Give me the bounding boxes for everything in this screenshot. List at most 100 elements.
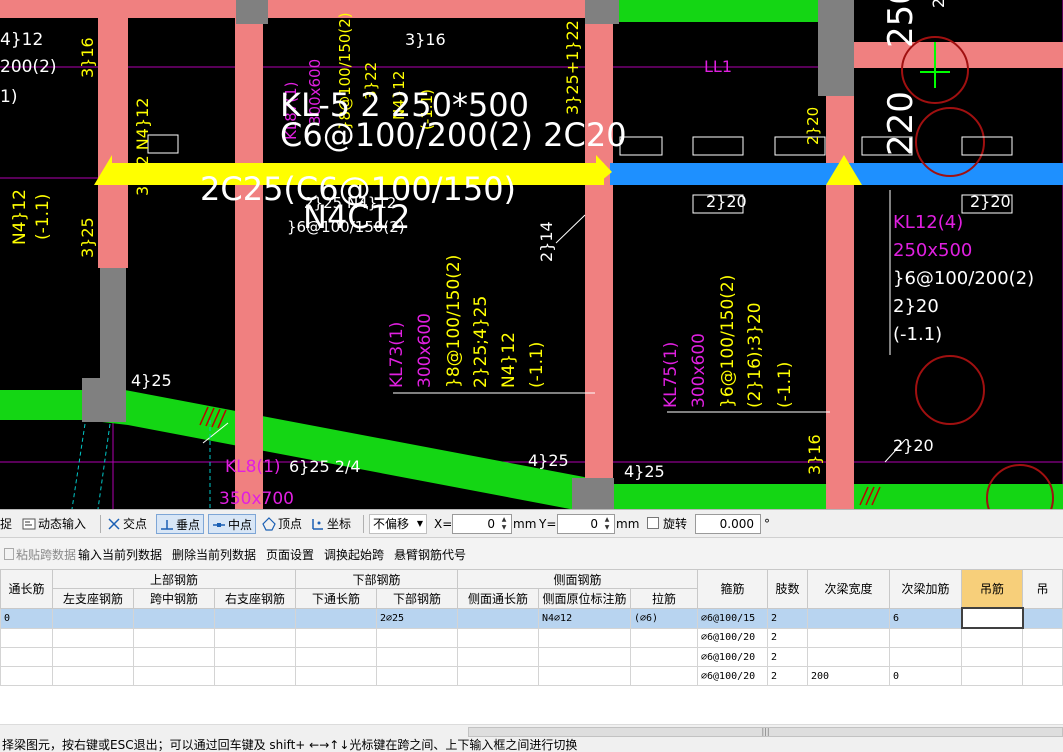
table-cell[interactable]: 0 (0, 607, 53, 629)
table-cell[interactable] (538, 647, 631, 667)
col-header[interactable]: 箍筋 (697, 569, 768, 609)
col-header[interactable]: 通长筋 (0, 569, 53, 609)
table-cell[interactable] (133, 647, 215, 667)
table-cell[interactable] (807, 607, 890, 629)
table-cell[interactable] (295, 627, 377, 648)
col-header[interactable]: 右支座钢筋 (214, 588, 296, 609)
table-cell[interactable] (889, 647, 962, 667)
table-cell[interactable]: 0 (889, 666, 962, 686)
table-cell[interactable] (1022, 666, 1063, 686)
table-cell[interactable]: 2 (767, 647, 808, 667)
table-cell[interactable] (133, 666, 215, 686)
dynamic-input-button[interactable]: 动态输入 (22, 514, 86, 534)
y-spinner[interactable]: ▲ ▼ (601, 516, 613, 532)
table-cell[interactable] (133, 607, 215, 629)
col-header[interactable]: 下部钢筋 (376, 588, 458, 609)
horizontal-scrollbar[interactable]: ||| (0, 724, 1063, 739)
table-cell[interactable]: (⌀6) (630, 607, 698, 629)
scrollbar-thumb[interactable]: ||| (468, 727, 1063, 737)
table-cell[interactable]: ⌀6@100/20 (697, 666, 768, 686)
table-cell[interactable]: N4⌀12 (538, 607, 631, 629)
table-cell[interactable] (214, 607, 296, 629)
table-cell[interactable] (295, 666, 377, 686)
table-cell[interactable]: 200 (807, 666, 890, 686)
table-cell[interactable] (214, 666, 296, 686)
table-cell[interactable] (889, 627, 962, 648)
table-cell[interactable] (457, 647, 539, 667)
table-cell[interactable]: ⌀6@100/15 (697, 607, 768, 629)
midpoint-button[interactable]: 中点 (208, 514, 257, 534)
col-header[interactable]: 次梁宽度 (807, 569, 890, 609)
table-cell[interactable] (961, 647, 1023, 667)
col-header[interactable]: 肢数 (767, 569, 808, 609)
table-cell[interactable] (52, 607, 134, 629)
input-column-button[interactable]: 输入当前列数据 (78, 546, 162, 563)
table-cell[interactable] (457, 627, 539, 648)
table-row[interactable]: 0 2⌀25 N4⌀12 (⌀6) ⌀6@100/15 2 6 (0, 607, 1063, 629)
table-cell[interactable] (0, 627, 53, 648)
swap-start-span-button[interactable]: 调换起始跨 (324, 546, 384, 563)
delete-column-button[interactable]: 删除当前列数据 (172, 546, 256, 563)
col-header[interactable]: 左支座钢筋 (52, 588, 134, 609)
perpendicular-button[interactable]: 垂点 (156, 514, 205, 534)
table-cell[interactable] (376, 627, 458, 648)
table-row[interactable]: ⌀6@100/20 2 200 0 (0, 666, 1063, 686)
table-cell[interactable] (630, 627, 698, 648)
table-cell[interactable] (376, 666, 458, 686)
col-header[interactable]: 拉筋 (630, 588, 698, 609)
rotate-checkbox[interactable]: 旋转 (647, 514, 687, 534)
col-header[interactable]: 跨中钢筋 (133, 588, 215, 609)
table-cell[interactable] (376, 647, 458, 667)
table-cell[interactable] (0, 647, 53, 667)
table-row[interactable]: ⌀6@100/20 2 (0, 647, 1063, 667)
table-cell[interactable] (630, 666, 698, 686)
table-cell[interactable]: ⌀6@100/20 (697, 647, 768, 667)
table-cell[interactable] (1022, 607, 1063, 629)
table-cell[interactable]: 2⌀25 (376, 607, 458, 629)
table-cell[interactable]: 6 (889, 607, 962, 629)
vertex-button[interactable]: 顶点 (262, 514, 302, 534)
table-cell[interactable] (630, 647, 698, 667)
rotate-input[interactable]: 0.000 (695, 514, 761, 534)
rebar-grid[interactable]: 通长筋 上部钢筋 下部钢筋 侧面钢筋 箍筋 肢数 次梁宽度 次梁加筋 吊筋 吊 … (0, 569, 1063, 724)
col-header[interactable]: 下通长筋 (295, 588, 377, 609)
table-cell[interactable] (52, 666, 134, 686)
table-cell[interactable] (961, 627, 1023, 648)
table-cell[interactable] (457, 666, 539, 686)
table-cell[interactable] (807, 647, 890, 667)
table-cell[interactable]: ⌀6@100/20 (697, 627, 768, 648)
y-input[interactable]: 0 ▲ ▼ (557, 514, 615, 534)
table-cell[interactable]: 2 (767, 666, 808, 686)
col-header[interactable]: 侧面原位标注筋 (538, 588, 631, 609)
table-cell[interactable] (1022, 627, 1063, 648)
table-cell[interactable] (961, 666, 1023, 686)
offset-mode-select[interactable]: 不偏移 ▼ (369, 514, 427, 534)
page-setup-button[interactable]: 页面设置 (266, 546, 314, 563)
col-header[interactable]: 侧面通长筋 (457, 588, 539, 609)
coordinate-button[interactable]: 坐标 (311, 514, 351, 534)
table-cell[interactable] (214, 647, 296, 667)
table-cell[interactable] (133, 627, 215, 648)
col-header[interactable]: 次梁加筋 (889, 569, 962, 609)
cantilever-code-button[interactable]: 悬臂钢筋代号 (394, 546, 466, 563)
table-cell[interactable] (538, 627, 631, 648)
table-cell[interactable]: 2 (767, 627, 808, 648)
snap-button[interactable]: 捉 (0, 514, 12, 534)
table-cell[interactable] (807, 627, 890, 648)
table-cell[interactable] (52, 647, 134, 667)
table-cell[interactable] (214, 627, 296, 648)
paste-span-data-button[interactable]: 粘贴跨数据 (4, 546, 76, 563)
table-cell[interactable] (52, 627, 134, 648)
table-cell[interactable] (295, 607, 377, 629)
table-cell[interactable] (538, 666, 631, 686)
col-header-selected[interactable]: 吊筋 (961, 569, 1023, 609)
table-cell[interactable]: 2 (767, 607, 808, 629)
col-header[interactable]: 吊 (1022, 569, 1063, 609)
intersection-button[interactable]: 交点 (107, 514, 147, 534)
drawing-canvas[interactable]: 4}12 200(2) 1) 3}16 LL1 3}16 3}25+1}22 3… (0, 0, 1063, 509)
x-input[interactable]: 0 ▲ ▼ (452, 514, 512, 534)
table-cell[interactable] (0, 666, 53, 686)
x-spinner[interactable]: ▲ ▼ (498, 516, 510, 532)
table-cell[interactable] (1022, 647, 1063, 667)
table-row[interactable]: ⌀6@100/20 2 (0, 627, 1063, 648)
